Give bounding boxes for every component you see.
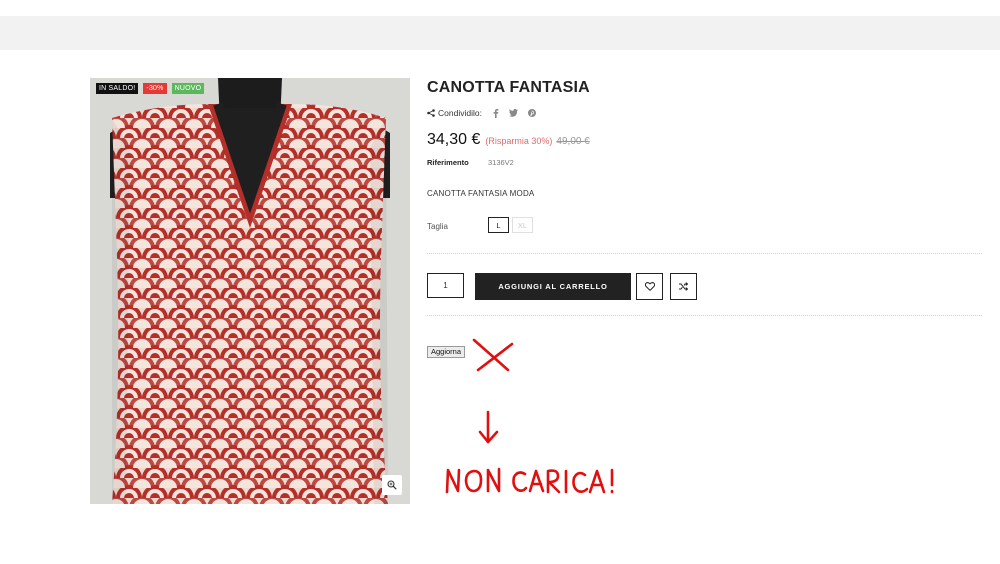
product-title: CANOTTA FANTASIA	[427, 79, 590, 96]
product-image[interactable]: IN SALDO! -30% NUOVO	[90, 78, 410, 504]
price-row: 34,30 € (Risparmia 30%) 49,00 €	[427, 131, 590, 149]
top-navigation-bar	[0, 16, 1000, 50]
sale-badge: IN SALDO!	[96, 83, 139, 94]
old-price: 49,00 €	[556, 136, 590, 147]
handwritten-annotation	[445, 338, 614, 494]
reference-label: Riferimento	[427, 158, 469, 167]
new-badge: NUOVO	[171, 83, 205, 94]
size-option-l[interactable]: L	[488, 217, 509, 233]
divider	[427, 253, 982, 254]
short-description: CANOTTA FANTASIA MODA	[427, 189, 535, 198]
compare-button[interactable]	[670, 273, 697, 300]
product-photo	[90, 78, 410, 504]
share-label: Condividilo:	[438, 108, 482, 118]
zoom-button[interactable]	[382, 475, 402, 495]
divider	[427, 315, 982, 316]
wishlist-button[interactable]	[636, 273, 663, 300]
shuffle-icon	[679, 282, 688, 291]
size-option-xl[interactable]: XL	[512, 217, 533, 233]
savings-text: (Risparmia 30%)	[485, 136, 553, 146]
quantity-input[interactable]	[427, 273, 464, 298]
share-icon	[427, 109, 435, 117]
size-label: Taglia	[427, 222, 448, 231]
discount-badge: -30%	[143, 83, 167, 94]
reference-value: 3136V2	[488, 158, 514, 167]
current-price: 34,30 €	[427, 131, 481, 148]
pinterest-icon[interactable]	[527, 109, 536, 117]
facebook-icon[interactable]	[493, 108, 499, 118]
share-row: Condividilo:	[427, 108, 536, 118]
heart-icon	[644, 282, 655, 291]
zoom-icon	[387, 480, 397, 490]
reference-row: Riferimento 3136V2	[427, 158, 514, 167]
add-to-cart-button[interactable]: AGGIUNGI AL CARRELLO	[475, 273, 631, 300]
twitter-icon[interactable]	[508, 109, 518, 117]
